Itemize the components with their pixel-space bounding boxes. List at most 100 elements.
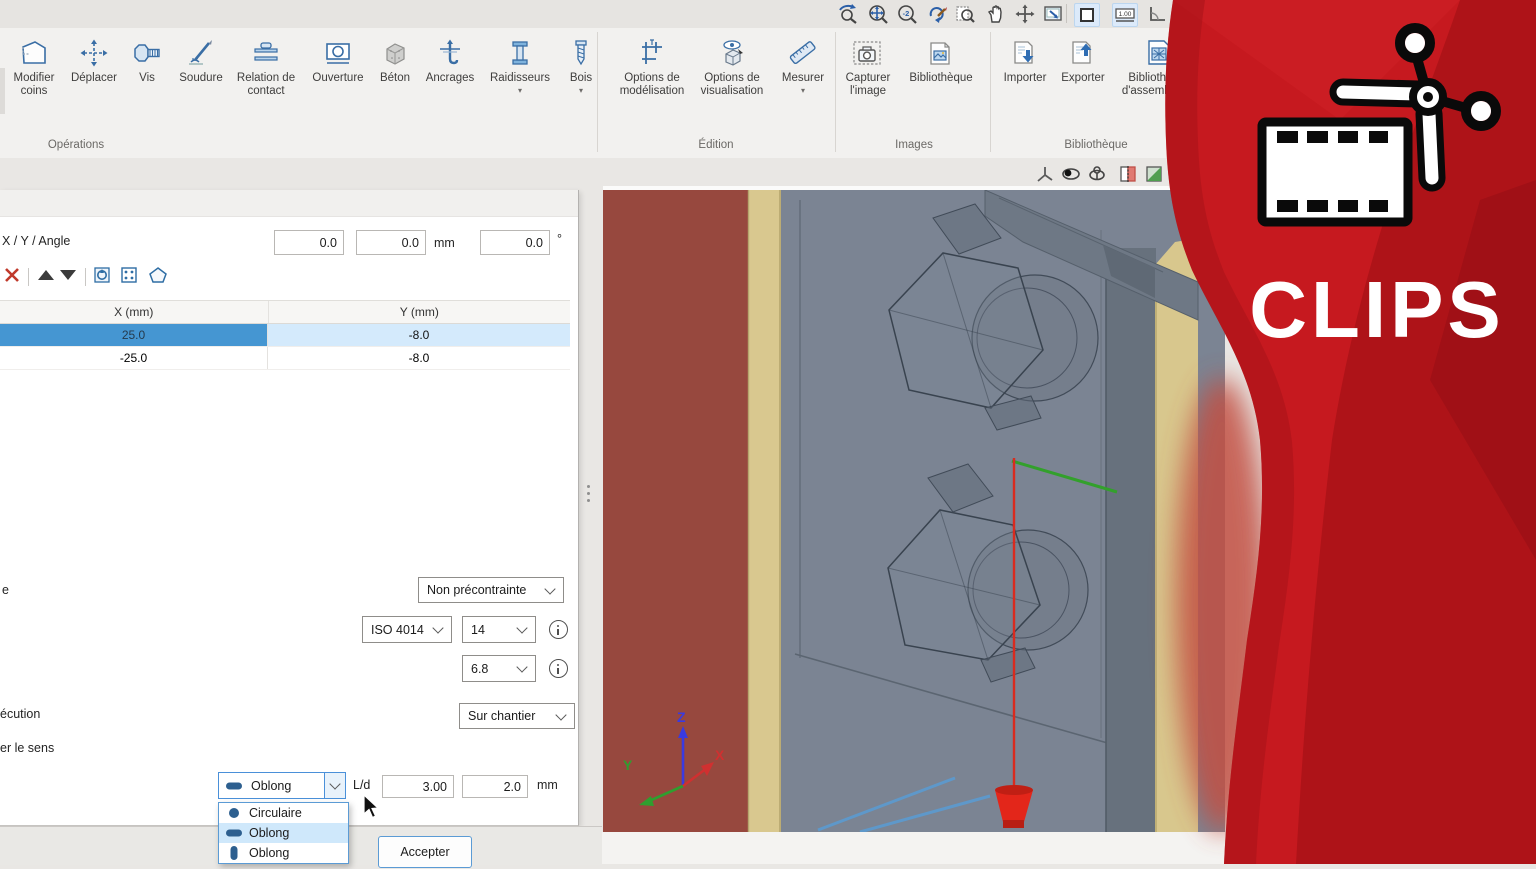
- wireframe-box-icon[interactable]: [1074, 3, 1100, 27]
- group-label-operations: Opérations: [48, 139, 104, 151]
- column-header-x[interactable]: X (mm): [0, 301, 269, 323]
- bolt-pattern-icon[interactable]: [119, 265, 139, 290]
- hole-shape-dropdown: Circulaire Oblong Oblong: [218, 802, 349, 864]
- standard-select[interactable]: ISO 4014: [362, 616, 452, 643]
- tool-mesurer[interactable]: Mesurer ▾: [774, 33, 832, 95]
- image-library-icon: [900, 33, 982, 69]
- tolerance-unit-label: mm: [537, 778, 558, 792]
- bolt-icon: [130, 33, 164, 69]
- delete-icon[interactable]: [2, 265, 22, 290]
- accept-button[interactable]: Accepter: [378, 836, 472, 868]
- table-row[interactable]: -25.0 -8.0: [0, 347, 570, 370]
- tool-beton[interactable]: Béton: [372, 33, 418, 85]
- tool-importer[interactable]: Importer: [997, 33, 1053, 85]
- table-header[interactable]: X (mm) Y (mm): [0, 300, 570, 324]
- ld-input[interactable]: 3.00: [382, 775, 454, 798]
- svg-text:-2: -2: [903, 9, 910, 18]
- invert-direction-label: er le sens: [0, 741, 54, 755]
- section-view-icon[interactable]: [1117, 163, 1139, 185]
- turn-view-icon[interactable]: [1086, 163, 1108, 185]
- polygon-pattern-icon[interactable]: [147, 265, 169, 290]
- points-table: X (mm) Y (mm) 25.0 -8.0 -25.0 -8.0: [0, 300, 570, 370]
- axis-triad-icon[interactable]: [1034, 163, 1056, 185]
- chevron-down-icon[interactable]: ▾: [481, 87, 559, 95]
- info-icon[interactable]: [549, 620, 568, 639]
- angle-input[interactable]: 0.0: [480, 230, 550, 255]
- zoom-window-icon[interactable]: [953, 3, 977, 25]
- regenerate-icon[interactable]: [925, 3, 949, 25]
- splitter-handle[interactable]: [587, 485, 591, 505]
- zoom-previous-icon[interactable]: -2: [895, 3, 919, 25]
- tool-vis[interactable]: Vis: [130, 33, 164, 85]
- grade-select[interactable]: 6.8: [462, 655, 536, 682]
- table-row-selected[interactable]: 25.0 -8.0: [0, 324, 570, 347]
- chevron-down-icon: [516, 622, 527, 633]
- import-icon: [997, 33, 1053, 69]
- orbit-zoom-icon[interactable]: [836, 3, 860, 25]
- group-separator: [835, 32, 836, 152]
- tolerance-input[interactable]: 2.0: [462, 775, 528, 798]
- visual-options-icon: [689, 33, 775, 69]
- tool-relation-contact[interactable]: Relation de contact: [233, 33, 299, 98]
- move-up-icon[interactable]: [35, 265, 57, 290]
- tool-ancrages[interactable]: Ancrages: [420, 33, 480, 85]
- pan-icon[interactable]: [984, 3, 1008, 25]
- x-input[interactable]: 0.0: [274, 230, 344, 255]
- option-oblong-vertical[interactable]: Oblong: [219, 843, 348, 863]
- hole-shape-select[interactable]: Oblong: [218, 772, 346, 799]
- tool-exporter[interactable]: Exporter: [1055, 33, 1111, 85]
- chevron-down-icon[interactable]: ▾: [774, 87, 832, 95]
- angle-measure-icon[interactable]: [1145, 3, 1169, 25]
- tool-bibliotheque-images[interactable]: Bibliothèque: [900, 33, 982, 85]
- contact-icon: [233, 33, 299, 69]
- viewport-3d[interactable]: Z Y X: [603, 190, 1225, 832]
- column-header-y[interactable]: Y (mm): [269, 301, 570, 323]
- tool-bois[interactable]: Bois ▾: [562, 33, 600, 95]
- opening-icon: [305, 33, 371, 69]
- svg-text:X: X: [715, 747, 725, 763]
- anchor-bolt-icon: [420, 33, 480, 69]
- y-input[interactable]: 0.0: [356, 230, 426, 255]
- tool-deplacer[interactable]: Déplacer: [64, 33, 124, 85]
- move-arrows-icon: [64, 33, 124, 69]
- tool-raidisseurs[interactable]: Raidisseurs ▾: [481, 33, 559, 95]
- tool-capturer-image[interactable]: Capturer l'image: [837, 33, 899, 98]
- zoom-extents-icon[interactable]: [866, 3, 890, 25]
- tool-modifier-coins[interactable]: Modifier coins: [3, 33, 65, 98]
- shaded-view-icon[interactable]: [1143, 163, 1165, 185]
- chevron-down-icon[interactable]: ▾: [562, 87, 600, 95]
- tool-soudure[interactable]: Soudure: [172, 33, 230, 85]
- info-icon[interactable]: [549, 659, 568, 678]
- chevron-down-icon: [432, 622, 443, 633]
- move-down-icon[interactable]: [57, 265, 79, 290]
- fit-screen-icon[interactable]: [1041, 3, 1065, 25]
- tool-options-modelisation[interactable]: Options de modélisation: [609, 33, 695, 98]
- group-label-images: Images: [895, 139, 933, 151]
- tool-options-visualisation[interactable]: Options de visualisation: [689, 33, 775, 98]
- option-oblong-horizontal[interactable]: Oblong: [219, 823, 348, 843]
- angle-unit-label: °: [557, 232, 562, 246]
- corner-plate-icon: [3, 33, 65, 69]
- orbit-view-icon[interactable]: [1060, 163, 1082, 185]
- option-circulaire[interactable]: Circulaire: [219, 803, 348, 823]
- execution-select[interactable]: Sur chantier: [459, 703, 575, 729]
- diameter-select[interactable]: 14: [462, 616, 536, 643]
- tool-ouverture[interactable]: Ouverture: [305, 33, 371, 85]
- ld-label: L/d: [353, 778, 370, 792]
- mouse-cursor: [362, 794, 384, 825]
- assembly-type-select[interactable]: Non précontrainte: [418, 577, 564, 603]
- chevron-down-icon[interactable]: [324, 773, 345, 798]
- tool-bibliotheque-assemblages[interactable]: Bibliothèque d'assemblages: [1117, 33, 1203, 98]
- y-unit-label: mm: [434, 236, 455, 250]
- chevron-down-icon: [555, 709, 566, 720]
- bin-icon[interactable]: [92, 265, 112, 290]
- title-strip: [0, 0, 1536, 29]
- assembly-library-icon: [1117, 33, 1203, 69]
- measure-icon: [774, 33, 832, 69]
- chevron-down-icon: [516, 661, 527, 672]
- svg-text:Y: Y: [623, 757, 633, 773]
- move-view-icon[interactable]: [1013, 3, 1037, 25]
- group-label-bibliotheque: Bibliothèque: [1064, 139, 1127, 151]
- timber-strip: [748, 190, 781, 832]
- scale-1-1-icon[interactable]: 1.00: [1112, 3, 1138, 27]
